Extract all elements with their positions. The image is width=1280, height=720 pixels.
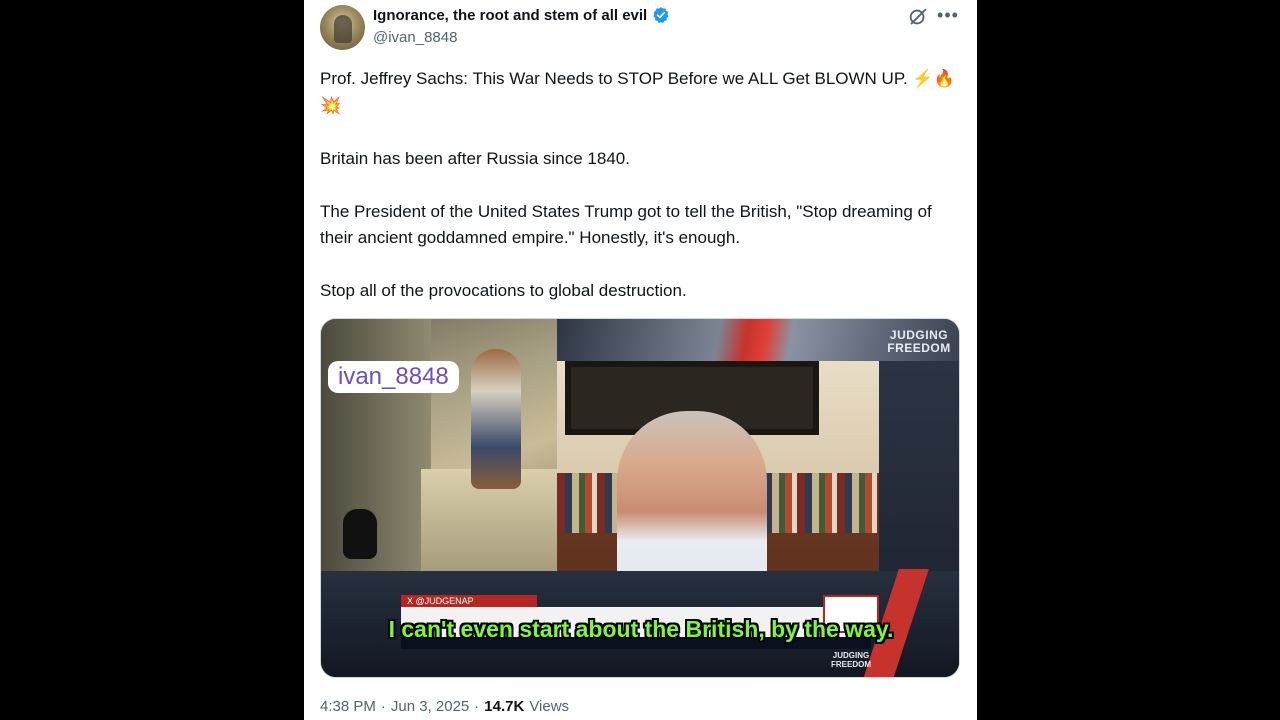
verified-badge-icon: [653, 7, 669, 23]
video-watermark: ivan_8848: [328, 361, 459, 393]
post-paragraph: Britain has been after Russia since 1840…: [320, 148, 630, 168]
display-name-row[interactable]: Ignorance, the root and stem of all evil: [373, 6, 670, 24]
separator-dot: ·: [474, 698, 480, 715]
post-metadata: 4:38 PM · Jun 3, 2025 · 14.7K Views: [320, 698, 569, 715]
video-caption: I can't even start about the British, by…: [388, 616, 894, 642]
display-name[interactable]: Ignorance, the root and stem of all evil: [373, 7, 647, 24]
tweet-card: Ignorance, the root and stem of all evil…: [304, 0, 977, 720]
post-paragraph: The President of the United States Trump…: [320, 201, 932, 248]
post-time[interactable]: 4:38 PM: [320, 698, 376, 715]
post-paragraph: Stop all of the provocations to global d…: [320, 281, 687, 300]
photo-cat: [343, 509, 377, 559]
avatar[interactable]: [320, 5, 365, 50]
avatar-figure: [334, 15, 352, 43]
user-handle[interactable]: @ivan_8848: [373, 29, 457, 46]
photo-boy: [471, 349, 521, 489]
views-label: Views: [529, 698, 570, 715]
brand-logo-small: JUDGING FREEDOM: [831, 651, 871, 669]
brand-logo: JUDGING FREEDOM: [887, 328, 951, 355]
separator-dot: ·: [380, 698, 386, 715]
lower-third-tag: X @JUDGENAP: [401, 595, 537, 607]
more-options-icon[interactable]: •••: [936, 4, 960, 28]
post-text: Prof. Jeffrey Sachs: This War Needs to S…: [320, 66, 960, 331]
views-count: 14.7K: [484, 698, 525, 715]
grok-icon[interactable]: [907, 6, 929, 28]
post-date[interactable]: Jun 3, 2025: [391, 698, 469, 715]
post-paragraph: Prof. Jeffrey Sachs: This War Needs to S…: [320, 69, 955, 115]
inset-photo: [321, 319, 557, 571]
video-player[interactable]: ivan_8848 JUDGING FREEDOM X @JUDGENAP JU…: [320, 318, 960, 678]
